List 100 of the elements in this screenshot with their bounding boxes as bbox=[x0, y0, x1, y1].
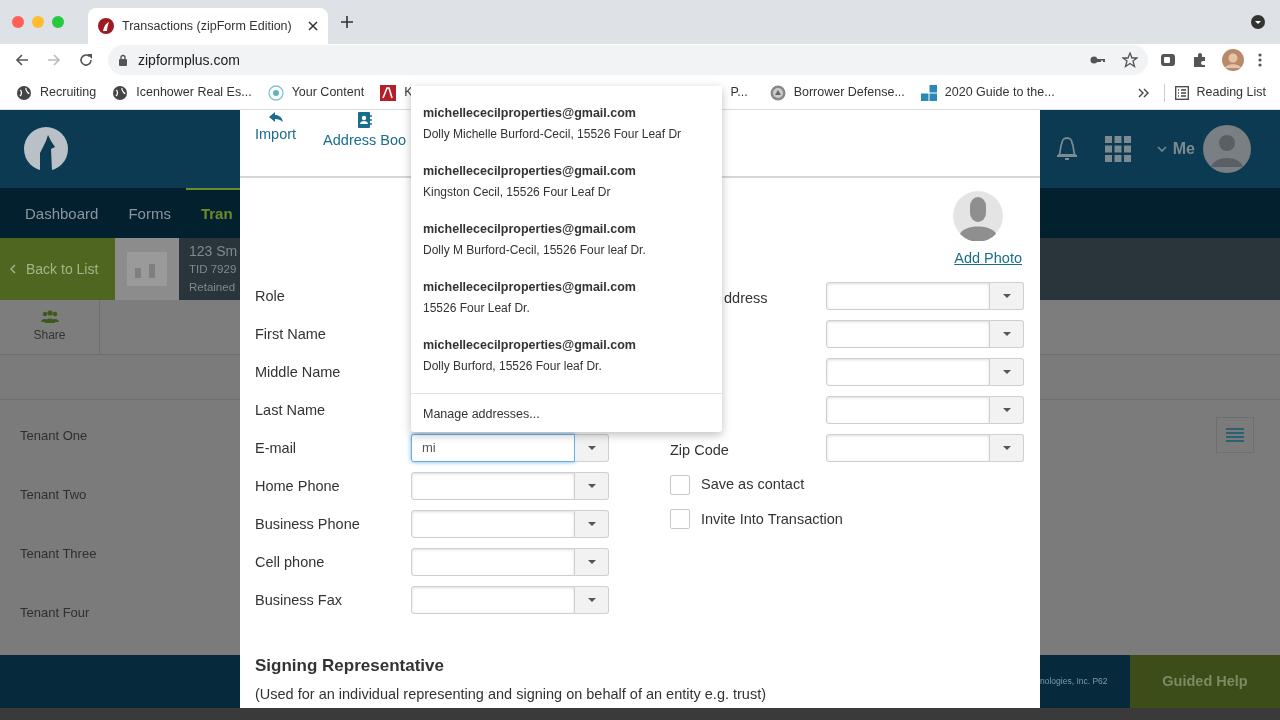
menu-icon bbox=[1226, 428, 1244, 442]
close-window-button[interactable] bbox=[12, 16, 24, 28]
suggestion-email: michellececilproperties@gmail.com bbox=[423, 337, 637, 353]
star-icon[interactable] bbox=[1122, 52, 1138, 68]
close-icon[interactable] bbox=[308, 21, 318, 31]
bookmark-item[interactable]: Icenhower Real Es... bbox=[112, 83, 252, 102]
extension-icon[interactable] bbox=[1160, 52, 1176, 68]
target-icon bbox=[267, 84, 284, 101]
dropdown-toggle[interactable] bbox=[990, 319, 1024, 348]
suggestion-item[interactable]: michellececilproperties@gmail.com 15526 Four Leaf Dr. bbox=[411, 274, 722, 332]
input-field[interactable] bbox=[411, 509, 575, 538]
suggestion-email: michellececilproperties@gmail.com bbox=[423, 221, 637, 237]
dropdown-toggle[interactable] bbox=[990, 395, 1024, 424]
field-label: Zip Code bbox=[670, 441, 729, 458]
input-field[interactable]: mi bbox=[411, 433, 575, 462]
bookmark-item[interactable]: Your Content bbox=[267, 83, 365, 102]
dropdown-toggle[interactable] bbox=[575, 547, 609, 576]
suggestion-detail: Dolly Burford, 15526 Four leaf Dr. bbox=[423, 358, 603, 374]
toolbar-button[interactable]: Address Boo bbox=[323, 112, 407, 152]
nav-tab[interactable]: Dashboard bbox=[10, 188, 114, 238]
suggestion-email: michellececilproperties@gmail.com bbox=[423, 105, 637, 121]
add-photo-link[interactable]: Add Photo bbox=[954, 248, 1022, 270]
nav-tab[interactable]: Forms bbox=[113, 188, 186, 238]
user-avatar[interactable] bbox=[1203, 125, 1251, 173]
field-label: Business Fax bbox=[255, 590, 344, 610]
transaction-id: TID 7929 bbox=[189, 262, 238, 277]
input-field[interactable] bbox=[411, 585, 575, 614]
browser-tab[interactable]: Transactions (zipForm Edition) bbox=[88, 8, 328, 44]
caret-icon bbox=[1002, 407, 1011, 412]
field-label: Business Phone bbox=[255, 514, 361, 534]
bookmark-item[interactable]: P... bbox=[730, 83, 748, 102]
field-label: Last Name bbox=[255, 400, 327, 420]
tab-search-icon[interactable] bbox=[1250, 14, 1266, 30]
input-field[interactable] bbox=[411, 471, 575, 500]
field-label: Home Phone bbox=[255, 476, 341, 496]
dropdown-toggle[interactable] bbox=[575, 471, 609, 500]
dropdown-toggle[interactable] bbox=[990, 433, 1024, 462]
key-icon[interactable] bbox=[1090, 55, 1106, 65]
caret-icon bbox=[1002, 331, 1011, 336]
input-field[interactable] bbox=[826, 395, 990, 424]
caret-icon bbox=[1002, 369, 1011, 374]
bell-icon[interactable] bbox=[1054, 136, 1079, 162]
caret-icon bbox=[1002, 445, 1011, 450]
input-field[interactable] bbox=[826, 319, 990, 348]
input-field[interactable] bbox=[826, 433, 990, 462]
reply-icon bbox=[268, 112, 283, 122]
toolbar-button[interactable]: Import bbox=[255, 112, 297, 146]
caret-icon bbox=[587, 445, 596, 450]
new-tab-icon[interactable] bbox=[340, 15, 354, 29]
caret-icon bbox=[587, 483, 596, 488]
avatar-placeholder[interactable] bbox=[953, 191, 1003, 241]
checkbox[interactable] bbox=[670, 509, 690, 530]
field-label: Cell phone bbox=[255, 552, 326, 572]
url-text: zipformplus.com bbox=[138, 50, 240, 70]
profile-avatar[interactable] bbox=[1222, 49, 1244, 71]
suggestion-detail: Dolly Michelle Burford-Cecil, 15526 Four Leaf Dr bbox=[423, 126, 683, 142]
bookmark-item[interactable]: 2020 Guide to the... bbox=[920, 83, 1055, 102]
dropdown-toggle[interactable] bbox=[990, 357, 1024, 386]
more-icon[interactable] bbox=[1258, 53, 1262, 67]
list-icon bbox=[1174, 85, 1189, 100]
copyright-text: nologies, Inc. P62 bbox=[1040, 675, 1108, 688]
caret-icon bbox=[587, 559, 596, 564]
address-bar[interactable]: zipformplus.com bbox=[108, 45, 1148, 75]
suggestion-item[interactable]: michellececilproperties@gmail.com Dolly M Burford-Cecil, 15526 Four leaf Dr. bbox=[411, 216, 722, 274]
suggestion-item[interactable]: michellececilproperties@gmail.com Kingston Cecil, 15526 Four Leaf Dr bbox=[411, 158, 722, 216]
input-field[interactable] bbox=[826, 281, 990, 310]
caret-icon bbox=[587, 597, 596, 602]
suggestion-email: michellececilproperties@gmail.com bbox=[423, 163, 637, 179]
forward-icon[interactable] bbox=[46, 52, 62, 68]
field-label: Middle Name bbox=[255, 362, 342, 382]
puzzle-icon[interactable] bbox=[1192, 52, 1208, 68]
checkbox[interactable] bbox=[670, 474, 690, 495]
bookmark-item[interactable]: Recruiting bbox=[16, 83, 97, 102]
suggestion-detail: Kingston Cecil, 15526 Four Leaf Dr bbox=[423, 184, 612, 200]
reading-list-button[interactable]: Reading List bbox=[1174, 83, 1266, 102]
chevron-icon[interactable] bbox=[1137, 87, 1150, 98]
globe-icon bbox=[16, 84, 32, 101]
input-field[interactable] bbox=[411, 547, 575, 576]
back-icon[interactable] bbox=[14, 52, 30, 68]
apps-grid-icon[interactable] bbox=[1104, 136, 1131, 162]
bookmark-item[interactable]: Borrower Defense... bbox=[769, 83, 905, 102]
minimize-window-button[interactable] bbox=[32, 16, 44, 28]
input-field[interactable] bbox=[826, 357, 990, 386]
people-icon bbox=[40, 310, 59, 324]
seal-icon bbox=[769, 84, 786, 101]
bookmark-item[interactable]: K bbox=[380, 83, 413, 102]
dropdown-toggle[interactable] bbox=[575, 433, 609, 462]
dropdown-toggle[interactable] bbox=[575, 509, 609, 538]
dropdown-toggle[interactable] bbox=[575, 585, 609, 614]
zoom-window-button[interactable] bbox=[52, 16, 64, 28]
chevron-down-icon bbox=[1156, 146, 1167, 152]
menu-button[interactable] bbox=[1216, 417, 1254, 453]
grid-tile-icon bbox=[920, 84, 937, 101]
tab-title: Transactions (zipForm Edition) bbox=[122, 17, 293, 35]
site-icon bbox=[98, 18, 114, 34]
suggestion-item[interactable]: michellececilproperties@gmail.com Dolly Burford, 15526 Four leaf Dr. bbox=[411, 332, 722, 390]
manage-addresses-item[interactable]: Manage addresses... bbox=[411, 399, 722, 429]
suggestion-item[interactable]: michellececilproperties@gmail.com Dolly Michelle Burford-Cecil, 15526 Four Leaf Dr bbox=[411, 100, 722, 158]
reload-icon[interactable] bbox=[78, 52, 94, 68]
dropdown-toggle[interactable] bbox=[990, 281, 1024, 310]
